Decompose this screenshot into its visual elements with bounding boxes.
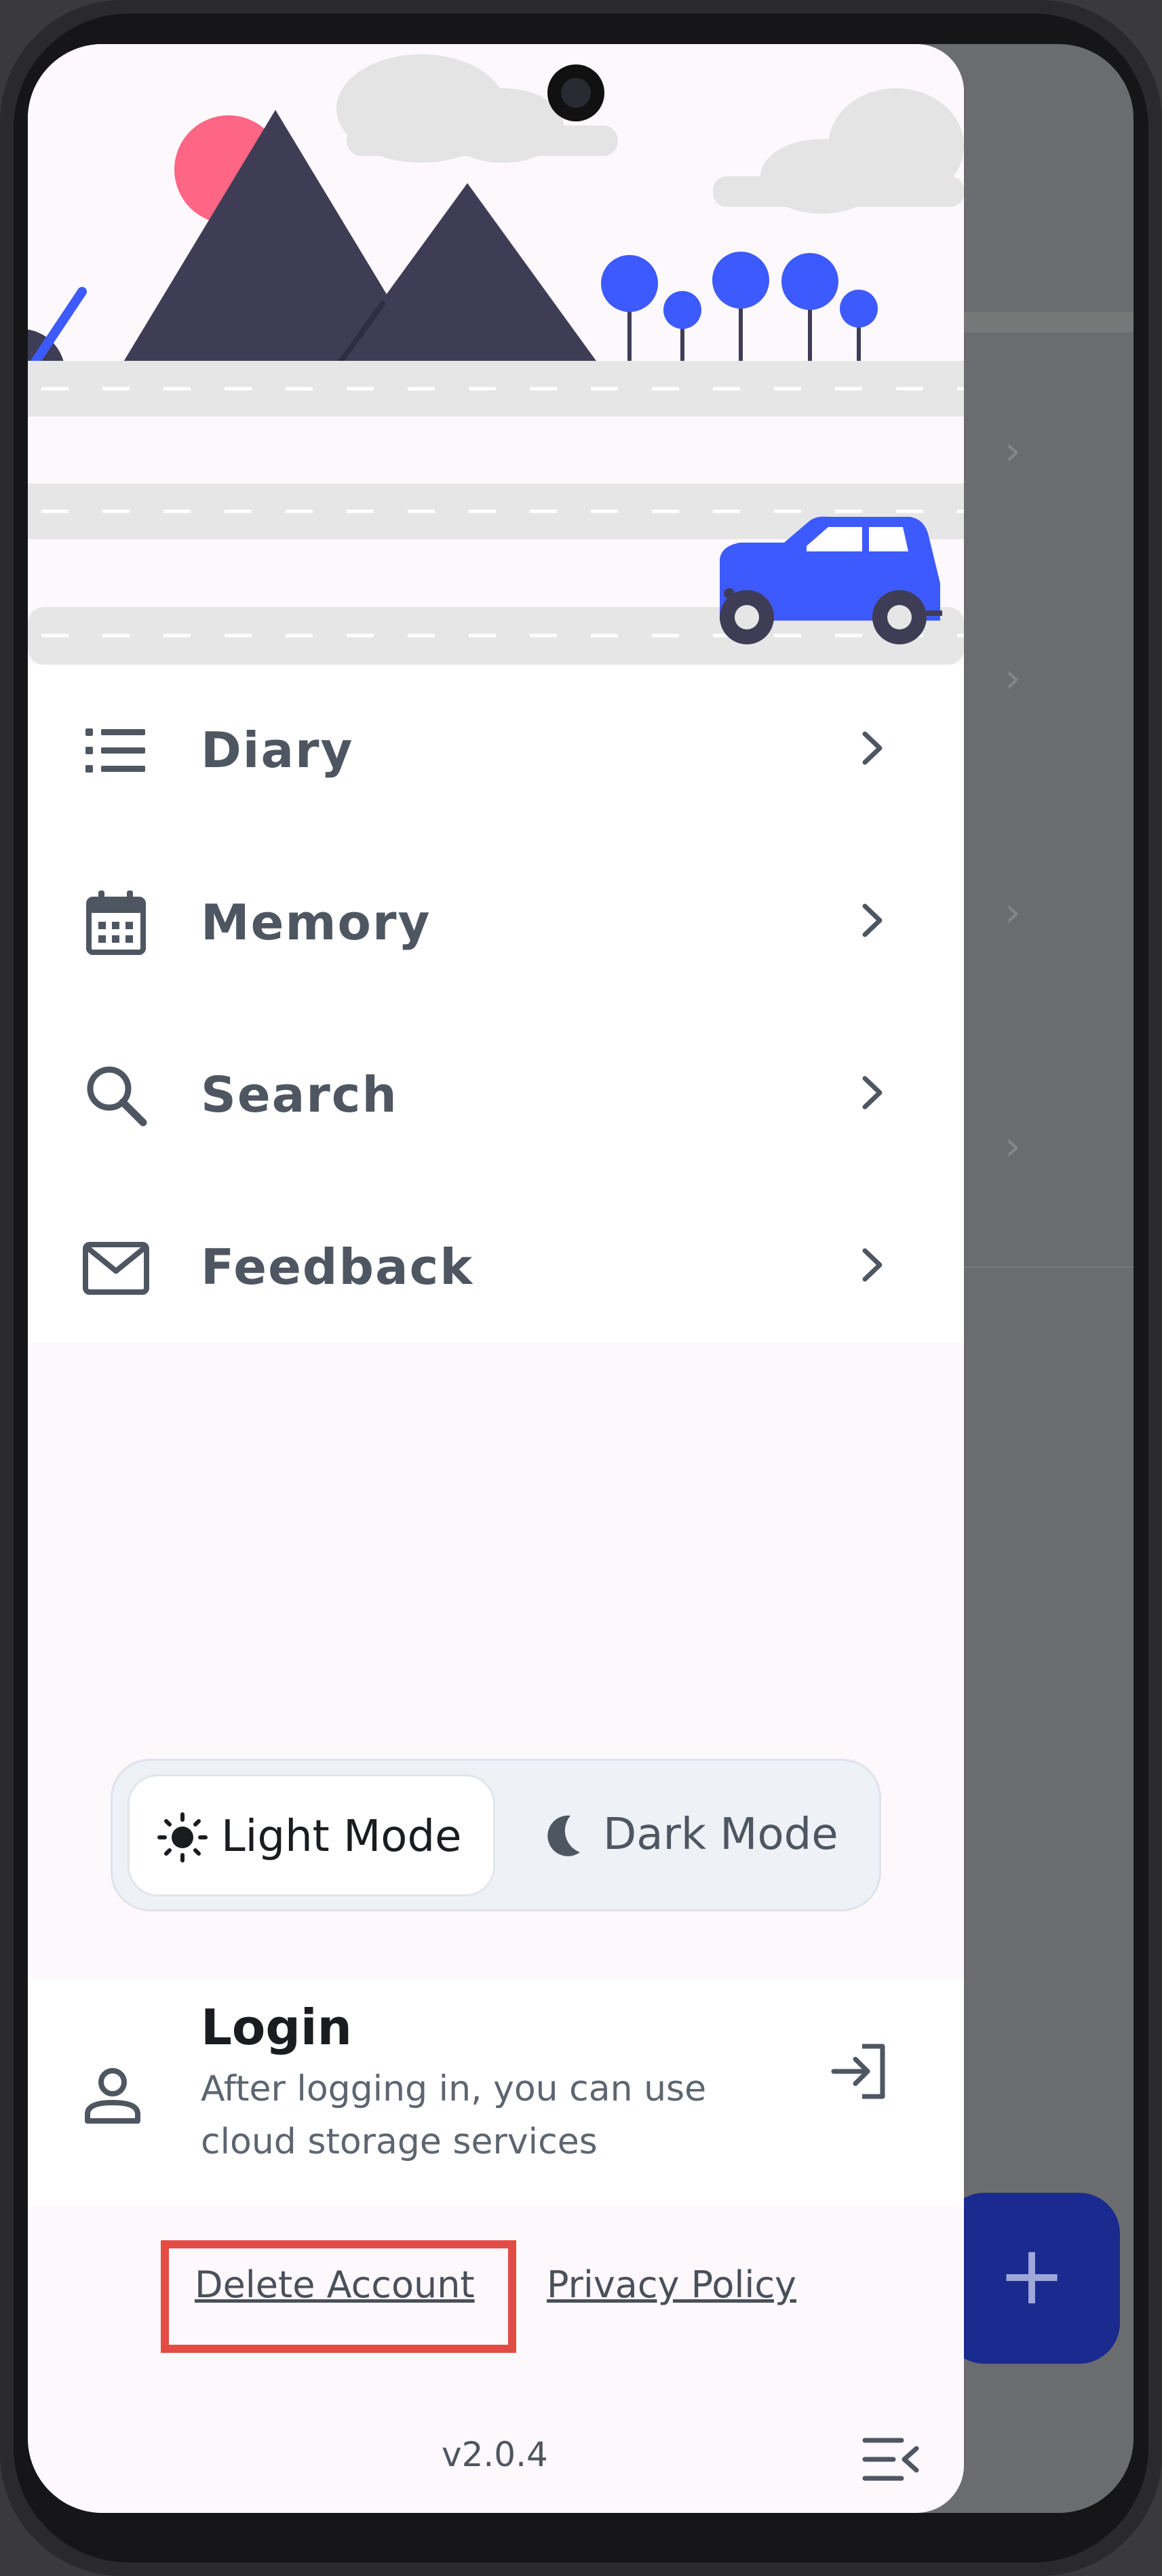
collapse-menu-icon[interactable] xyxy=(861,2435,922,2484)
menu-item-feedback[interactable]: Feedback xyxy=(28,1182,964,1354)
chevron-right-icon xyxy=(862,903,883,937)
dark-mode-option[interactable]: Dark Mode xyxy=(511,1774,868,1896)
chevron-right-icon xyxy=(862,731,883,765)
login-subtitle: After logging in, you can use cloud stor… xyxy=(201,2069,707,2162)
menu-item-search[interactable]: Search xyxy=(28,1009,964,1182)
dark-mode-label: Dark Mode xyxy=(603,1810,838,1860)
chevron-right-icon xyxy=(862,1076,883,1110)
version-label: v2.0.4 xyxy=(442,2435,548,2474)
moon-icon xyxy=(547,1815,580,1856)
hero-illustration xyxy=(28,44,964,665)
bg-chevron-icon: › xyxy=(1005,427,1021,475)
calendar-icon xyxy=(86,891,146,955)
screen: › › › › + Diary Memory Search Feedback L… xyxy=(28,44,1134,2513)
person-icon xyxy=(85,2068,140,2124)
bg-chevron-icon: › xyxy=(1005,655,1021,702)
menu-item-diary[interactable]: Diary xyxy=(28,665,964,837)
menu-item-label: Diary xyxy=(201,722,354,779)
login-section[interactable]: Login After logging in, you can use clou… xyxy=(28,1978,964,2206)
drawer-menu: Diary Memory Search Feedback xyxy=(28,665,964,1343)
navigation-drawer: Diary Memory Search Feedback Light Mode … xyxy=(28,44,964,2513)
privacy-policy-link[interactable]: Privacy Policy xyxy=(547,2263,796,2306)
bg-chevron-icon: › xyxy=(1005,1123,1021,1170)
chevron-right-icon xyxy=(862,1248,883,1282)
light-mode-option[interactable]: Light Mode xyxy=(128,1774,495,1896)
menu-item-memory[interactable]: Memory xyxy=(28,837,964,1009)
menu-item-label: Feedback xyxy=(201,1238,474,1295)
list-icon xyxy=(85,728,145,773)
bg-chevron-icon: › xyxy=(1005,889,1021,936)
menu-item-label: Search xyxy=(201,1066,398,1123)
mail-icon xyxy=(83,1242,149,1295)
login-icon[interactable] xyxy=(828,2041,889,2102)
login-title: Login xyxy=(201,1999,352,2056)
device-frame: › › › › + Diary Memory Search Feedback L… xyxy=(0,0,1162,2576)
light-mode-label: Light Mode xyxy=(221,1812,462,1862)
theme-toggle: Light Mode Dark Mode xyxy=(111,1759,881,1911)
add-fab-button[interactable]: + xyxy=(944,2193,1120,2364)
sun-icon xyxy=(157,1812,208,1862)
delete-account-link[interactable]: Delete Account xyxy=(195,2263,475,2306)
search-icon xyxy=(87,1066,147,1127)
menu-item-label: Memory xyxy=(201,894,431,951)
